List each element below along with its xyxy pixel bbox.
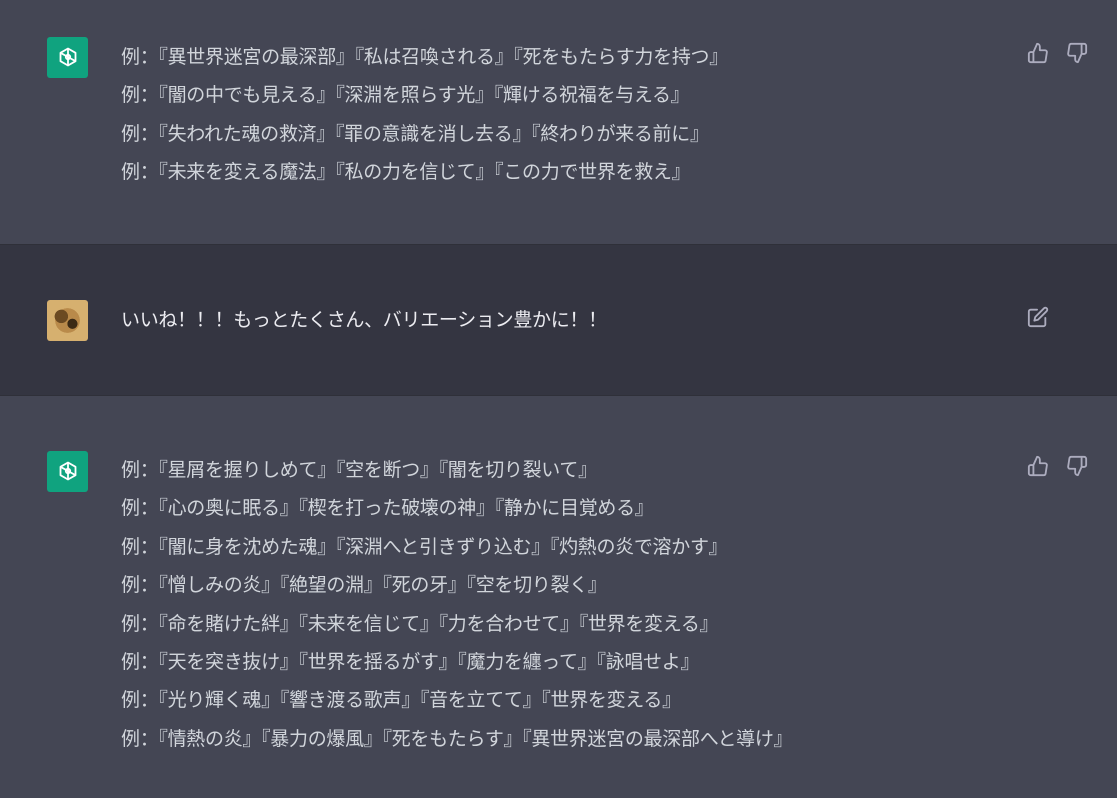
openai-logo-icon <box>47 37 88 78</box>
message-line: 例：『闇の中でも見える』『深淵を照らす光』『輝ける祝福を与える』 <box>121 84 690 107</box>
message-line: 例：『憎しみの炎』『絶望の淵』『死の牙』『空を切り裂く』 <box>121 574 607 597</box>
user-message: いいね！！！もっとたくさん、バリエーション豊かに！！ <box>0 244 1117 396</box>
message-line: 例：『星屑を握りしめて』『空を断つ』『闇を切り裂いて』 <box>121 459 597 481</box>
thumbs-down-icon[interactable] <box>1065 41 1089 65</box>
message-line: 例：『闇に身を沈めた魂』『深淵へと引きずり込む』『灼熱の炎で溶かす』 <box>121 535 728 558</box>
message-line: 例：『情熱の炎』『暴力の爆風』『死をもたらす』『異世界迷宮の最深部へと導け』 <box>121 727 793 750</box>
message-content: 例：『異世界迷宮の最深部』『私は召喚される』『死をもたらす力を持つ』 例：『闇の… <box>121 38 728 192</box>
edit-icon[interactable] <box>1026 305 1050 329</box>
message-line: 例：『天を突き抜け』『世界を揺るがす』『魔力を纏って』『詠唱せよ』 <box>121 650 700 673</box>
user-message-text: いいね！！！もっとたくさん、バリエーション豊かに！！ <box>121 309 607 331</box>
message-line: 例：『心の奥に眠る』『楔を打った破壊の神』『静かに目覚める』 <box>121 497 654 520</box>
user-avatar <box>47 300 88 341</box>
message-line: 例：『異世界迷宮の最深部』『私は召喚される』『死をもたらす力を持つ』 <box>121 46 728 68</box>
assistant-message: 例：『星屑を握りしめて』『空を断つ』『闇を切り裂いて』 例：『心の奥に眠る』『楔… <box>0 396 1117 798</box>
message-line: 例：『光り輝く魂』『響き渡る歌声』『音を立てて』『世界を変える』 <box>121 689 681 712</box>
assistant-message: 例：『異世界迷宮の最深部』『私は召喚される』『死をもたらす力を持つ』 例：『闇の… <box>0 0 1117 244</box>
message-line: 例：『未来を変える魔法』『私の力を信じて』『この力で世界を救え』 <box>121 161 691 184</box>
thumbs-down-icon[interactable] <box>1065 454 1089 478</box>
message-line: 例：『失われた魂の救済』『罪の意識を消し去る』『終わりが来る前に』 <box>121 122 709 145</box>
thumbs-up-icon[interactable] <box>1026 41 1050 65</box>
thumbs-up-icon[interactable] <box>1026 454 1050 478</box>
openai-logo-icon <box>47 451 88 492</box>
message-line: 例：『命を賭けた絆』『未来を信じて』『力を合わせて』『世界を変える』 <box>121 612 719 635</box>
message-content: 例：『星屑を握りしめて』『空を断つ』『闇を切り裂いて』 例：『心の奥に眠る』『楔… <box>121 451 793 758</box>
